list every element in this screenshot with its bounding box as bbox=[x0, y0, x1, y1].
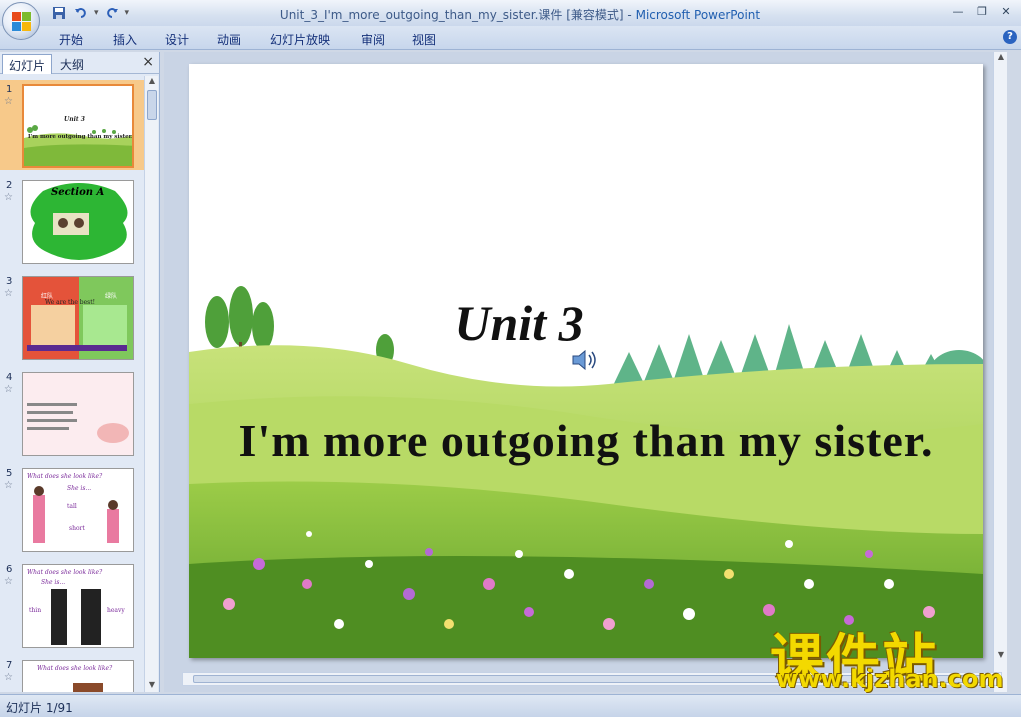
customize-toolbar-icon[interactable]: ▾ bbox=[125, 8, 130, 18]
ribbon-tabs: 开始 插入 设计 动画 幻灯片放映 审阅 视图 ? bbox=[0, 26, 1021, 50]
window-controls: — ❐ ✕ bbox=[947, 3, 1017, 19]
thumbnail-scrollbar[interactable]: ▲ ▼ bbox=[144, 76, 158, 692]
editor-vertical-scrollbar[interactable]: ▲ ▼ bbox=[993, 52, 1007, 692]
office-button[interactable] bbox=[2, 2, 40, 40]
people-image bbox=[23, 469, 133, 551]
undo-dropdown-icon[interactable]: ▾ bbox=[94, 8, 99, 18]
thumbnail-row[interactable]: 3 ☆ 红队 绿队 We are the best! bbox=[0, 272, 144, 362]
thumbnail-slide-5[interactable]: What does she look like? She is... tall … bbox=[22, 468, 134, 552]
minimize-icon[interactable]: — bbox=[947, 3, 969, 19]
thumbnail-subtitle: We are the best! bbox=[45, 299, 96, 306]
status-bar: 幻灯片 1/91 bbox=[0, 694, 1021, 717]
close-icon[interactable]: ✕ bbox=[995, 3, 1017, 19]
tab-slideshow[interactable]: 幻灯片放映 bbox=[270, 31, 330, 48]
thumbnail-row[interactable]: 2 ☆ Section A bbox=[0, 176, 144, 266]
thumbnail-label: heavy bbox=[107, 607, 125, 614]
tab-insert[interactable]: 插入 bbox=[113, 31, 137, 48]
thumbnail-number: 6 bbox=[6, 564, 13, 575]
thumbnail-number: 3 bbox=[6, 276, 13, 287]
thumbnail-subtitle: I'm more outgoing than my sister. bbox=[28, 134, 133, 140]
thumbnail-row[interactable]: 7 ☆ What does she look like? bbox=[0, 656, 144, 692]
thumbnail-number: 7 bbox=[6, 660, 13, 671]
watermark-url: www.kjzhan.com bbox=[776, 665, 1004, 693]
window-title: Unit_3_I'm_more_outgoing_than_my_sister.… bbox=[279, 8, 761, 22]
thumbnail-title: What does she look like? bbox=[27, 473, 103, 480]
thumbnail-slide-4[interactable] bbox=[22, 372, 134, 456]
slide-subtitle[interactable]: I'm more outgoing than my sister. bbox=[189, 414, 983, 467]
undo-icon[interactable] bbox=[72, 4, 90, 22]
help-icon[interactable]: ? bbox=[1003, 30, 1017, 44]
thumbnail-number: 5 bbox=[6, 468, 13, 479]
thumbnail-slide-7[interactable]: What does she look like? bbox=[22, 660, 134, 692]
animation-star-icon: ☆ bbox=[4, 672, 13, 683]
thumbnail-row[interactable]: 5 ☆ What does she look like? She is... t… bbox=[0, 464, 144, 554]
office-logo-icon bbox=[12, 12, 32, 32]
animation-star-icon: ☆ bbox=[4, 384, 13, 395]
thumbnail-row[interactable]: 4 ☆ bbox=[0, 368, 144, 458]
scroll-up-icon[interactable]: ▲ bbox=[994, 52, 1008, 64]
thumbnail-title: What does she look like? bbox=[37, 665, 113, 672]
thumbnail-row[interactable]: 6 ☆ What does she look like? She is... t… bbox=[0, 560, 144, 650]
animation-star-icon: ☆ bbox=[4, 192, 13, 203]
slide-title[interactable]: Unit 3 bbox=[189, 294, 849, 352]
thumbnail-label: short bbox=[69, 525, 85, 532]
slides-pane: 幻灯片 大纲 × 1 ☆ Unit 3 I'm more outgoing th… bbox=[0, 52, 160, 692]
tab-home[interactable]: 开始 bbox=[59, 31, 83, 48]
tab-design[interactable]: 设计 bbox=[165, 31, 189, 48]
watermark-logo: 课件站 www.kjzhan.com bbox=[770, 615, 1010, 695]
thumbnail-title: Section A bbox=[51, 187, 105, 198]
team-image bbox=[23, 277, 133, 359]
tab-outline[interactable]: 大纲 bbox=[54, 54, 90, 74]
thumbnail-subtitle: She is... bbox=[41, 579, 66, 586]
thumbnail-slide-2[interactable]: Section A bbox=[22, 180, 134, 264]
animation-star-icon: ☆ bbox=[4, 96, 13, 107]
animation-star-icon: ☆ bbox=[4, 288, 13, 299]
redo-icon[interactable] bbox=[103, 4, 121, 22]
thumbnail-title: What does she look like? bbox=[27, 569, 103, 576]
thumbnail-slide-3[interactable]: 红队 绿队 We are the best! bbox=[22, 276, 134, 360]
thumbnail-slide-1[interactable]: Unit 3 I'm more outgoing than my sister. bbox=[22, 84, 134, 168]
thumbnail-list: 1 ☆ Unit 3 I'm more outgoing than my sis… bbox=[0, 76, 144, 692]
quick-access-toolbar: ▾ ▾ bbox=[50, 4, 129, 22]
thumbnail-subtitle: She is... bbox=[67, 485, 92, 492]
thumbnail-number: 2 bbox=[6, 180, 13, 191]
thumbnail-number: 4 bbox=[6, 372, 13, 383]
current-slide[interactable]: Unit 3 I'm more outgoing than my sister. bbox=[189, 64, 983, 658]
animation-star-icon: ☆ bbox=[4, 576, 13, 587]
restore-icon[interactable]: ❐ bbox=[971, 3, 993, 19]
thumbnail-slide-6[interactable]: What does she look like? She is... thin … bbox=[22, 564, 134, 648]
animation-star-icon: ☆ bbox=[4, 480, 13, 491]
thumbnail-label: tall bbox=[67, 503, 77, 510]
scroll-up-icon[interactable]: ▲ bbox=[145, 76, 159, 88]
save-icon[interactable] bbox=[50, 4, 68, 22]
tab-view[interactable]: 视图 bbox=[412, 31, 436, 48]
tab-slides[interactable]: 幻灯片 bbox=[2, 54, 53, 74]
thumbnail-label: thin bbox=[29, 607, 42, 614]
speaker-icon[interactable] bbox=[571, 348, 599, 372]
tab-review[interactable]: 审阅 bbox=[361, 31, 385, 48]
title-bar: ▾ ▾ Unit_3_I'm_more_outgoing_than_my_sis… bbox=[0, 0, 1021, 40]
text-slide-image bbox=[23, 373, 133, 455]
thumbnail-row[interactable]: 1 ☆ Unit 3 I'm more outgoing than my sis… bbox=[0, 80, 144, 170]
scroll-down-icon[interactable]: ▼ bbox=[145, 680, 159, 692]
pane-tabs: 幻灯片 大纲 × bbox=[0, 52, 160, 74]
landscape-image bbox=[24, 86, 132, 166]
thumbnail-title: Unit 3 bbox=[64, 116, 85, 123]
close-pane-icon[interactable]: × bbox=[142, 54, 154, 70]
thumbnail-label: 绿队 bbox=[105, 293, 118, 300]
thumbnail-number: 1 bbox=[6, 84, 13, 95]
scroll-thumb[interactable] bbox=[147, 90, 157, 120]
slide-indicator: 幻灯片 1/91 bbox=[6, 701, 73, 715]
tab-animations[interactable]: 动画 bbox=[217, 31, 241, 48]
slide-editor: Unit 3 I'm more outgoing than my sister.… bbox=[164, 52, 1007, 692]
